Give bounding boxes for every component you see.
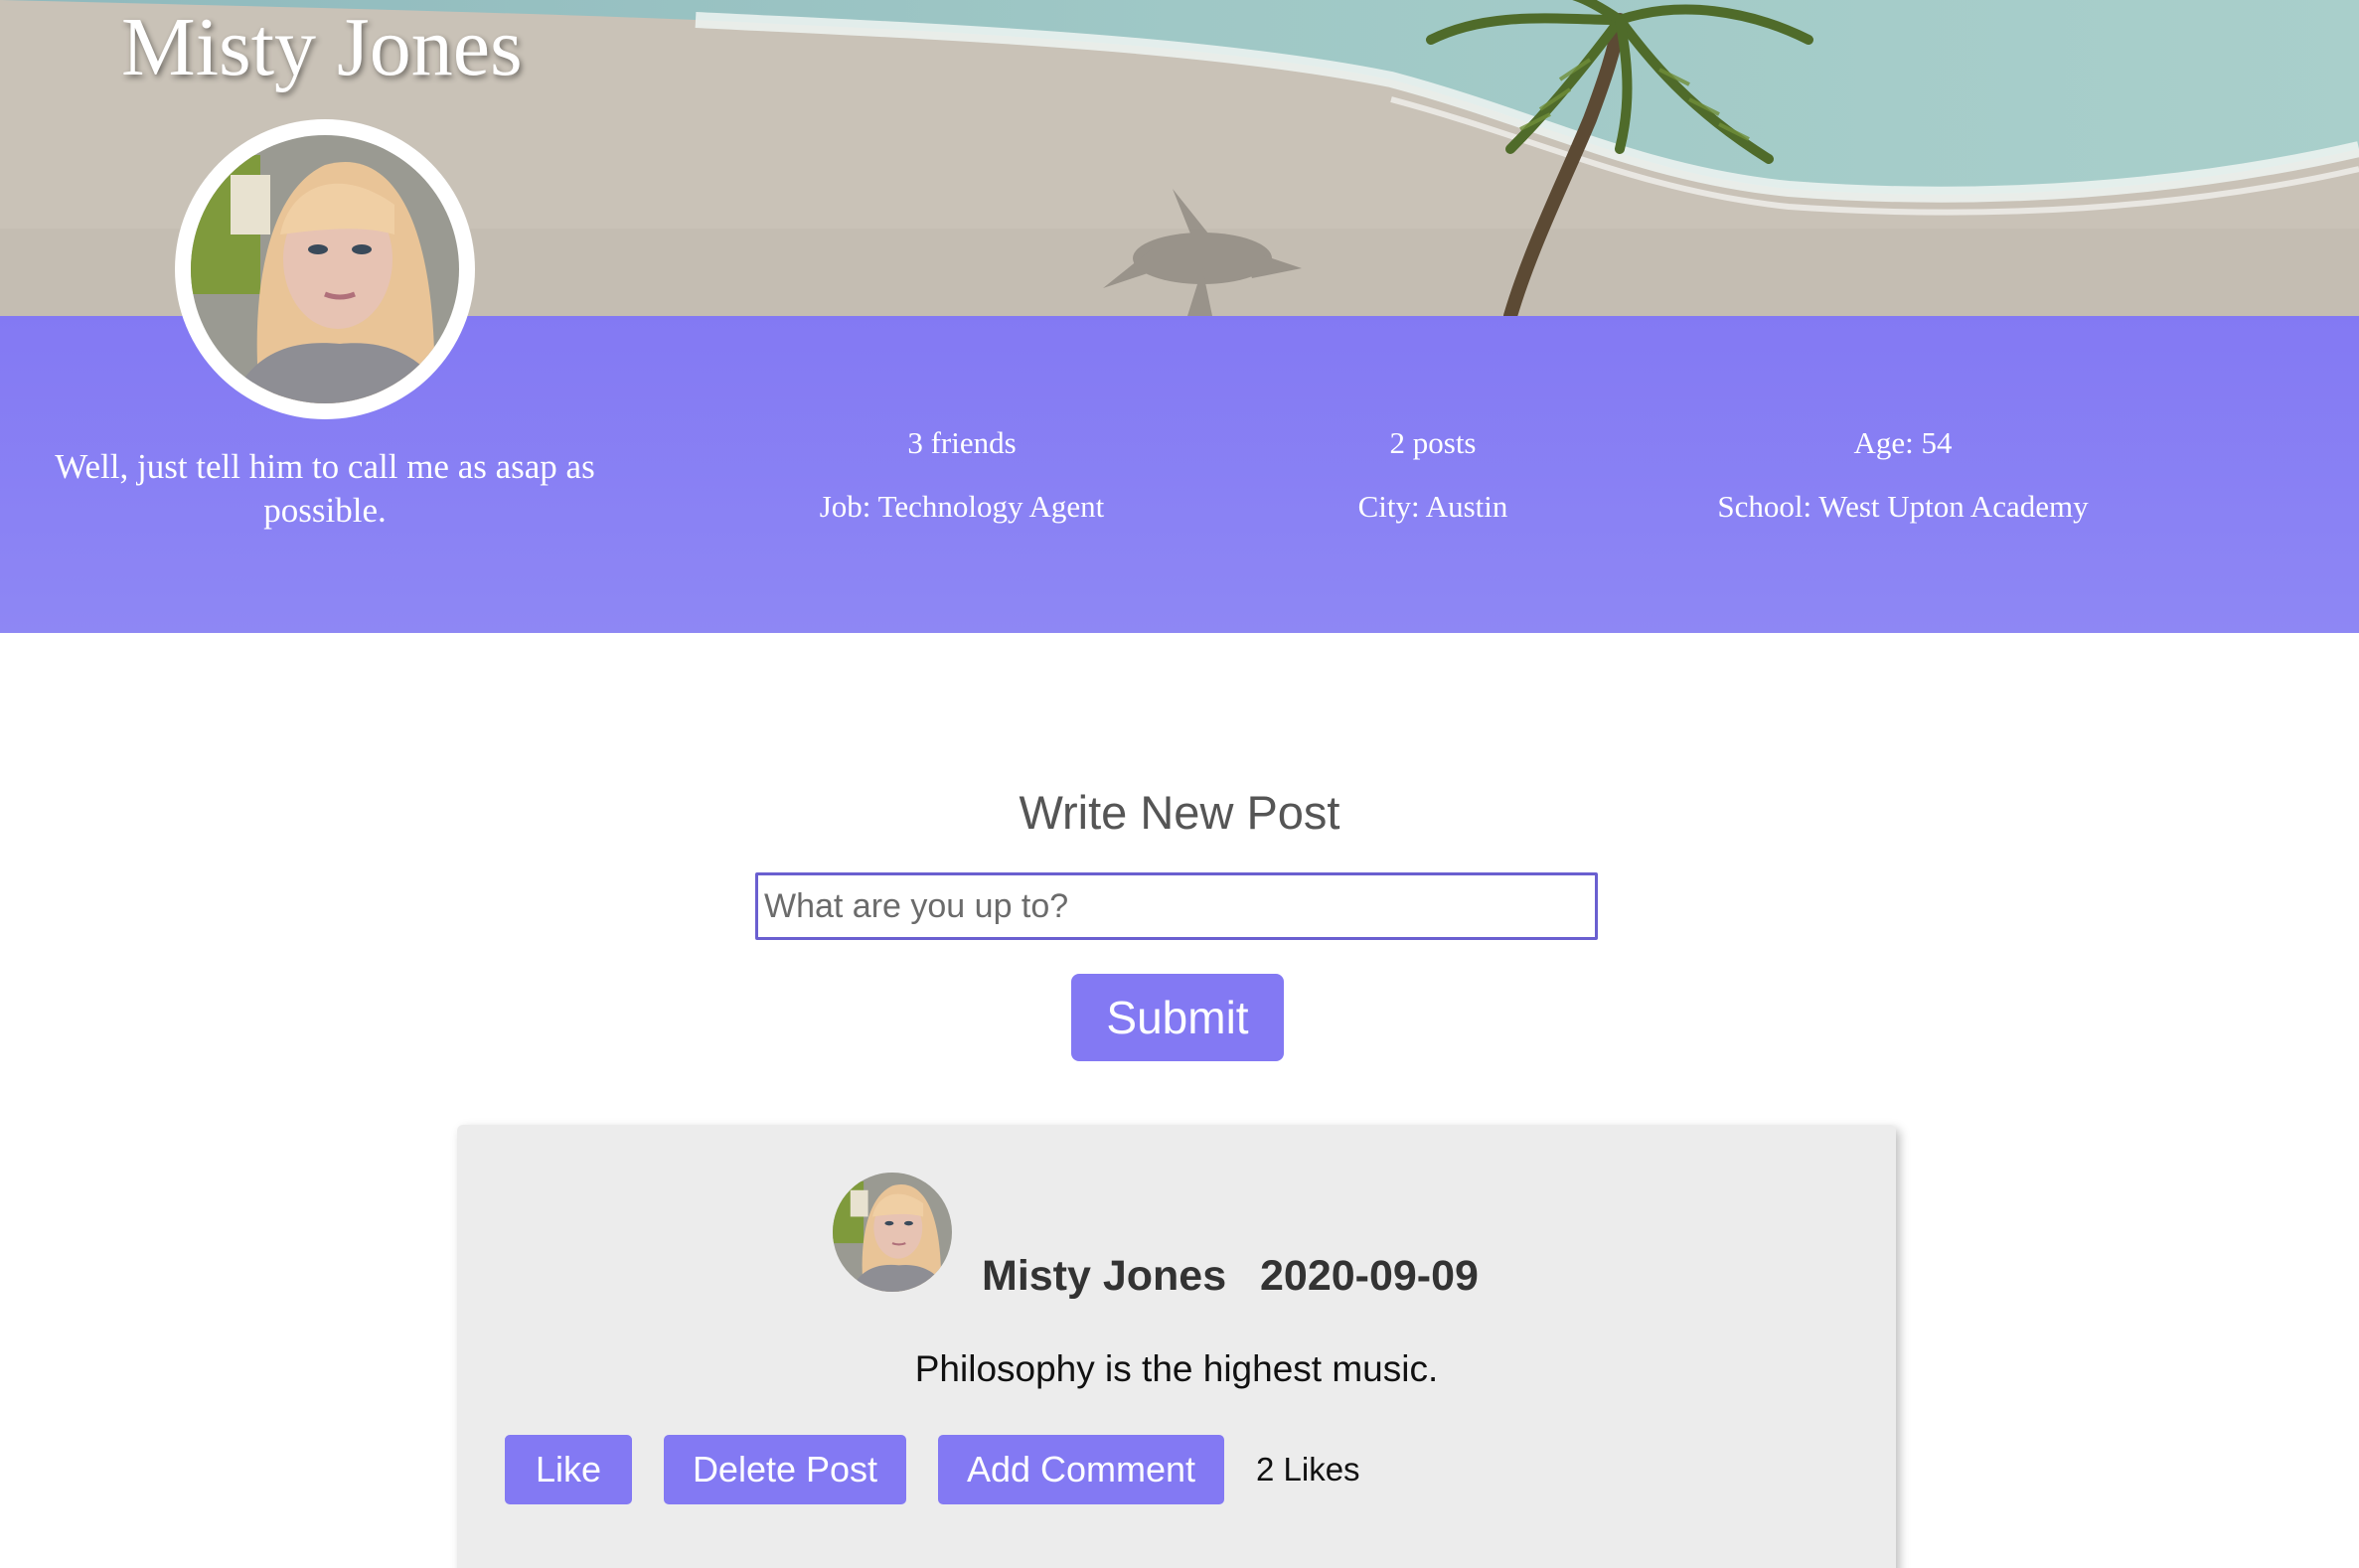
post-author-avatar[interactable]	[833, 1173, 952, 1292]
submit-button[interactable]: Submit	[1071, 974, 1284, 1061]
profile-page: Misty Jones Well, just tell him to call …	[0, 0, 2359, 1568]
profile-bio: Well, just tell him to call me as asap a…	[55, 447, 595, 530]
avatar-photo	[191, 135, 459, 403]
friends-count[interactable]: 3 friends	[763, 423, 1161, 463]
posts-count: 2 posts	[1389, 425, 1477, 460]
profile-avatar[interactable]	[175, 119, 475, 419]
job-info: Job: Technology Agent	[819, 489, 1105, 524]
city-info: City: Austin	[1357, 489, 1508, 524]
avatar-icon	[191, 135, 459, 403]
age-info: Age: 54	[1853, 425, 1953, 460]
compose-title: Write New Post	[1019, 786, 1340, 839]
post-author-name[interactable]: Misty Jones	[982, 1248, 1226, 1304]
likes-count: 2 Likes	[1256, 1451, 1360, 1488]
delete-post-button[interactable]: Delete Post	[664, 1435, 906, 1504]
profile-name: Misty Jones	[121, 1, 523, 93]
like-button[interactable]: Like	[505, 1435, 632, 1504]
post-card: Misty Jones 2020-09-09 Philosophy is the…	[457, 1125, 1896, 1568]
post-date: 2020-09-09	[1260, 1252, 1479, 1300]
post-text: Philosophy is the highest music.	[914, 1348, 1439, 1389]
school-info: School: West Upton Academy	[1717, 489, 2089, 524]
new-post-input[interactable]	[755, 872, 1598, 940]
add-comment-button[interactable]: Add Comment	[938, 1435, 1224, 1504]
avatar-icon	[833, 1173, 952, 1292]
